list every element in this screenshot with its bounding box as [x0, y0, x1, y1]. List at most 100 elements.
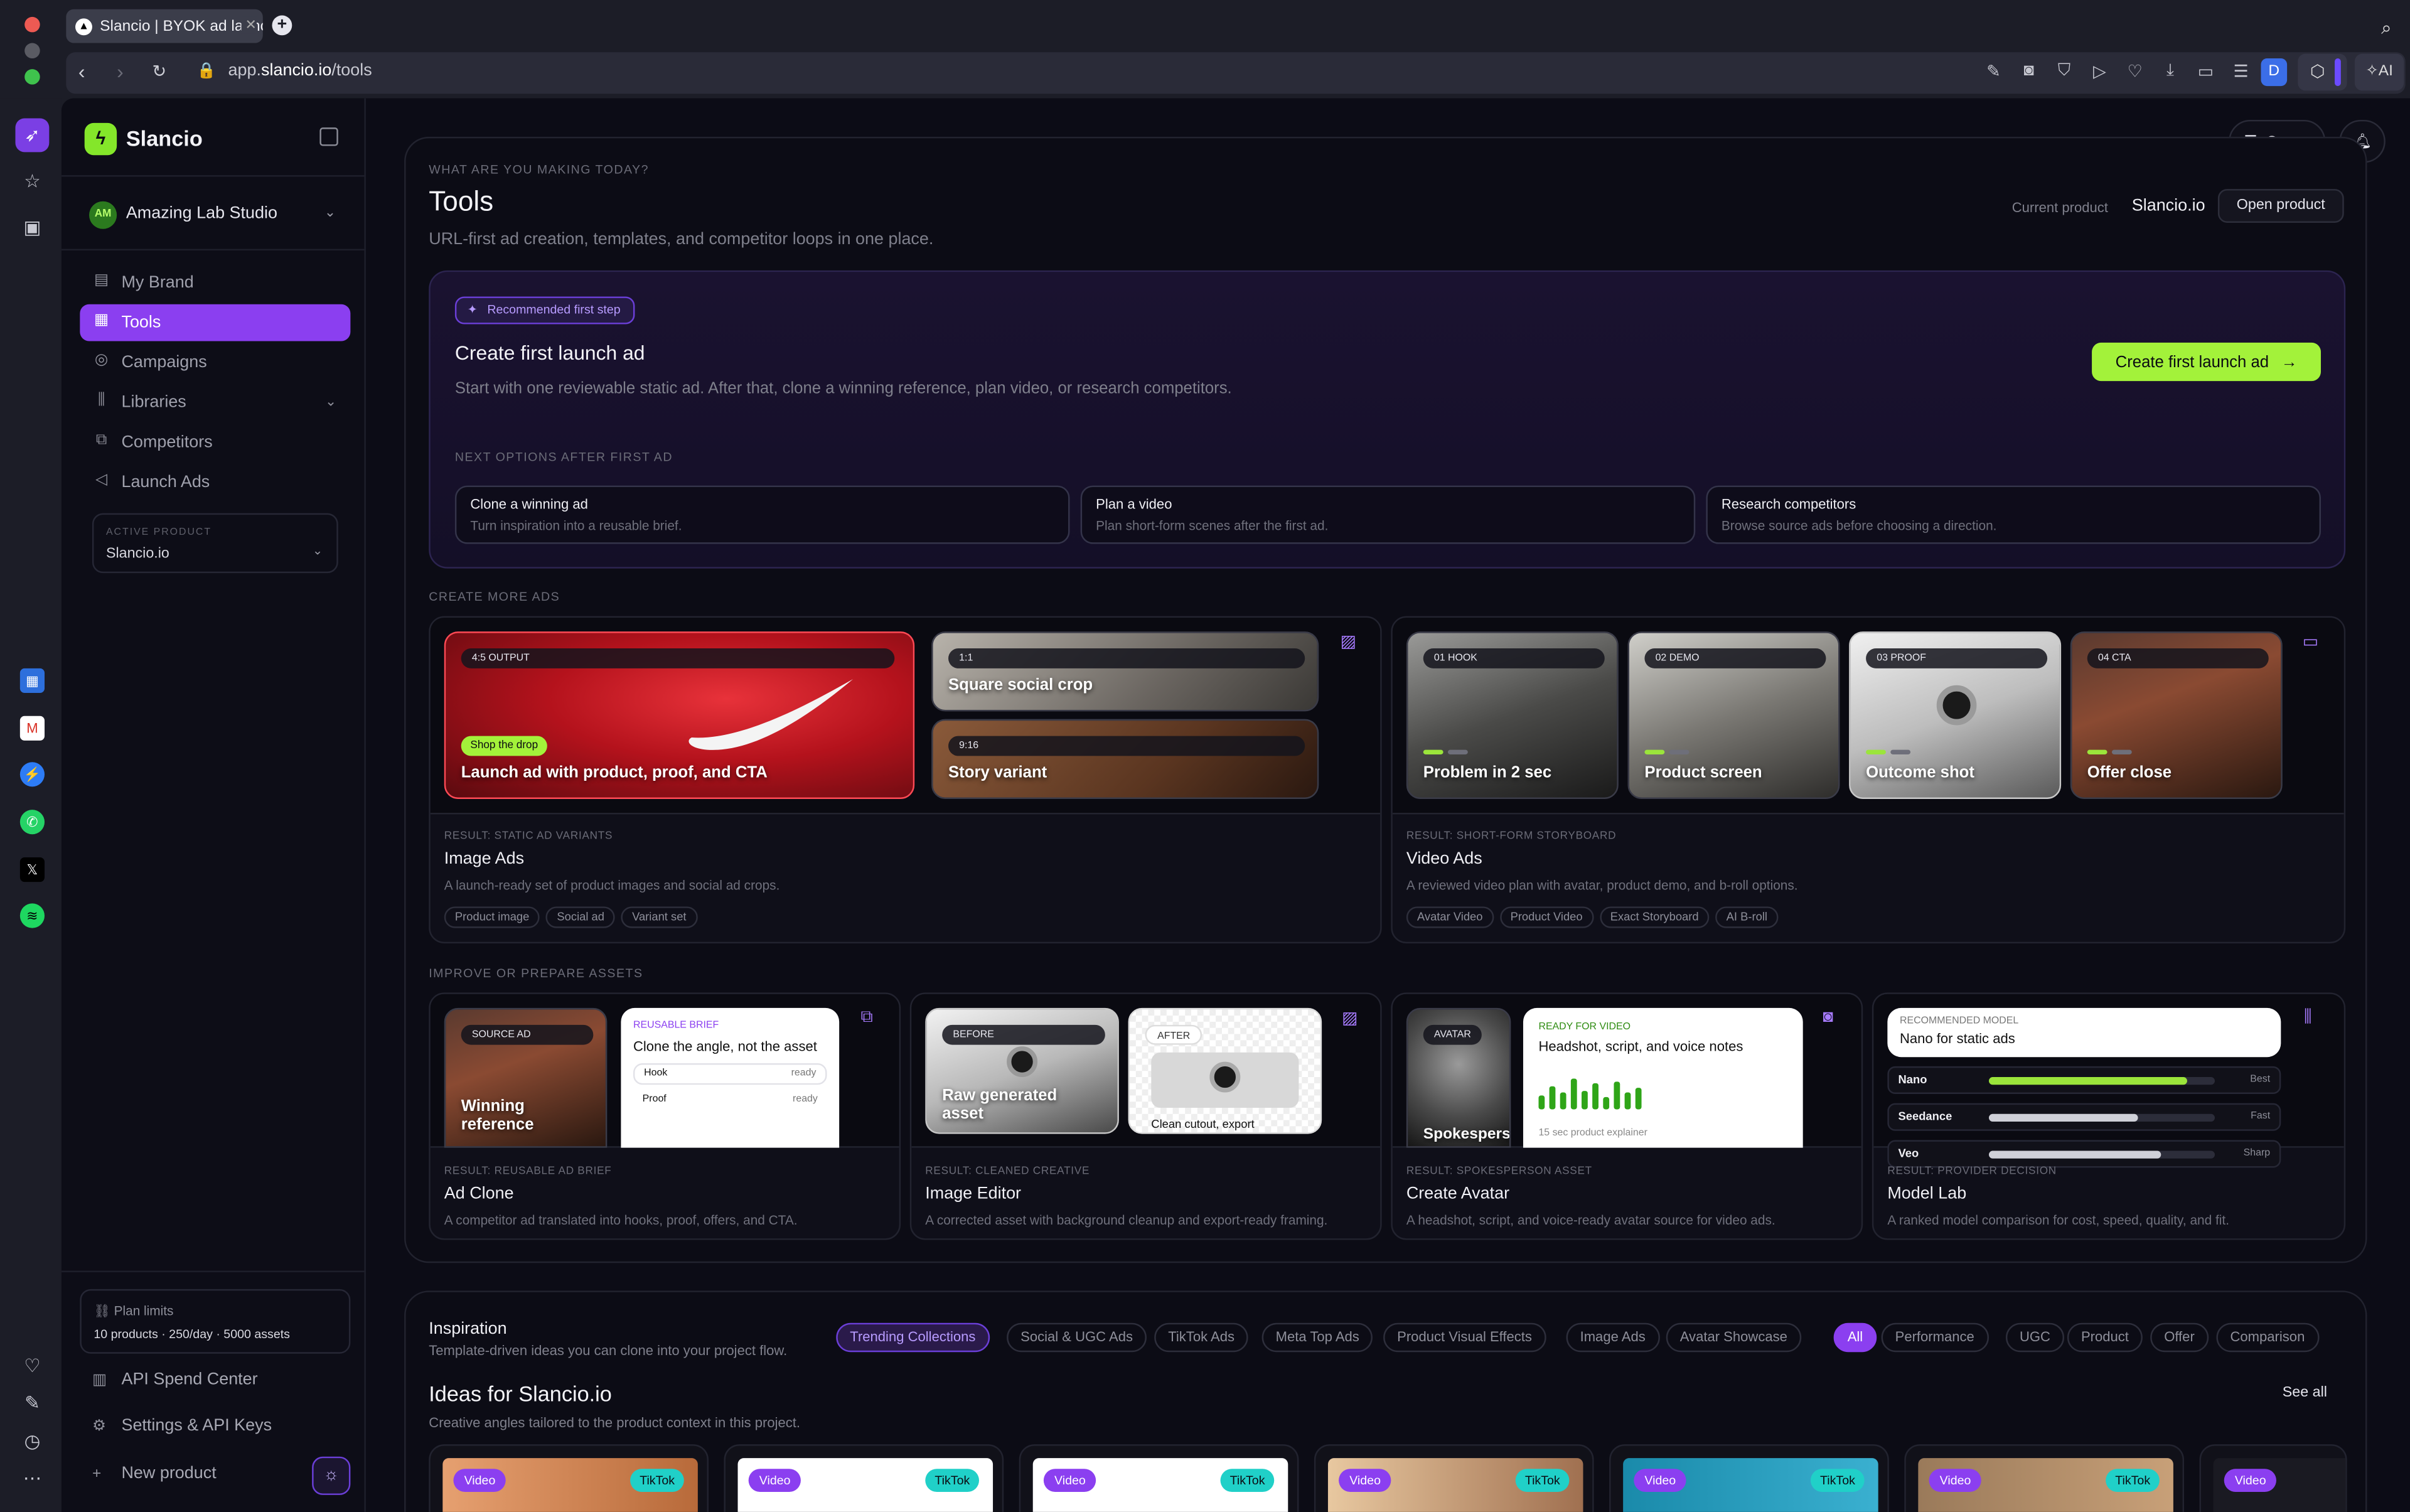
workspace-name[interactable]: Amazing Lab Studio: [126, 205, 277, 223]
image-ads-card[interactable]: 4:5 OUTPUT Shop the drop Launch ad with …: [429, 616, 1382, 944]
whatsapp-icon[interactable]: ✆: [19, 810, 45, 835]
video-ads-card[interactable]: 01 HOOK Problem in 2 sec 02 DEMO Product…: [1391, 616, 2346, 944]
frame-label: Product screen: [1644, 763, 1762, 783]
idea-card[interactable]: Video TikTok: [1314, 1444, 1594, 1512]
sidebar-item-competitors[interactable]: ⧉ Competitors: [80, 424, 350, 461]
menu-icon[interactable]: ☰: [2230, 62, 2251, 81]
profile-avatar[interactable]: D: [2261, 58, 2288, 87]
collection-filter[interactable]: Product Visual Effects: [1383, 1322, 1546, 1353]
card-title: Video Ads: [1406, 849, 1482, 869]
open-product-button[interactable]: Open product: [2217, 189, 2344, 223]
download-icon[interactable]: ⤓: [2160, 62, 2181, 82]
idea-card[interactable]: Video TikTok: [429, 1444, 709, 1512]
ad-clone-card[interactable]: SOURCE AD Winning reference REUSABLE BRI…: [429, 992, 901, 1240]
forward-icon[interactable]: ›: [117, 60, 124, 83]
category-filter[interactable]: Comparison: [2216, 1322, 2319, 1353]
close-icon[interactable]: ✕: [242, 16, 257, 34]
collection-filter[interactable]: TikTok Ads: [1154, 1322, 1249, 1353]
sidebar-item-my-brand[interactable]: ▤ My Brand: [80, 264, 350, 301]
plan-limits-card: ⛓ Plan limits 10 products · 250/day · 50…: [80, 1289, 351, 1354]
collection-filter[interactable]: Image Ads: [1566, 1322, 1659, 1353]
x-icon[interactable]: 𝕏: [19, 857, 45, 882]
idea-card[interactable]: Video TikTok: [1904, 1444, 2185, 1512]
edit-icon[interactable]: ✎: [1983, 62, 2004, 81]
platform-badge: TikTok: [630, 1469, 684, 1493]
api-spend-center-link[interactable]: ▥ API Spend Center: [92, 1371, 258, 1389]
sidebar-item-launch-ads[interactable]: ◁ Launch Ads: [80, 464, 350, 501]
messenger-icon[interactable]: ⚡: [19, 762, 45, 787]
create-first-launch-ad-button[interactable]: Create first launch ad →: [2092, 342, 2321, 382]
brief-row: Proof ready: [633, 1091, 827, 1109]
gmail-icon[interactable]: M: [19, 716, 45, 741]
option-research-competitors[interactable]: Research competitors Browse source ads b…: [1706, 485, 2321, 544]
after-label: Clean cutout, export: [1151, 1117, 1255, 1131]
battery-icon[interactable]: ▭: [2195, 62, 2216, 81]
collection-filter[interactable]: Avatar Showcase: [1666, 1322, 1801, 1353]
ready-title: Headshot, script, and voice notes: [1538, 1038, 1743, 1054]
play-icon[interactable]: ▷: [2089, 62, 2110, 81]
reload-icon[interactable]: ↻: [152, 62, 166, 81]
browser-tab[interactable]: ▲ Slancio | BYOK ad launch ✕: [66, 9, 263, 43]
sidebar-item-campaigns[interactable]: ◎ Campaigns: [80, 344, 350, 381]
chip: Avatar Video: [1406, 906, 1494, 928]
collection-filter[interactable]: Meta Top Ads: [1261, 1322, 1373, 1353]
heart-icon[interactable]: ♡: [2124, 62, 2146, 81]
idea-card[interactable]: Video: [2199, 1444, 2347, 1512]
chevron-down-icon[interactable]: ⌄: [324, 205, 336, 222]
maximize-window-button[interactable]: [24, 69, 40, 85]
idea-card[interactable]: Video TikTok: [1019, 1444, 1299, 1512]
edit-icon[interactable]: ✎: [15, 1386, 49, 1420]
category-filter[interactable]: Performance: [1881, 1322, 1988, 1353]
minimize-window-button[interactable]: [24, 43, 40, 59]
option-plan-video[interactable]: Plan a video Plan short-form scenes afte…: [1080, 485, 1696, 544]
type-badge: Video: [1634, 1469, 1687, 1493]
sidebar-collapse-icon[interactable]: [319, 127, 338, 146]
search-icon[interactable]: ⌕: [2381, 17, 2391, 40]
star-icon[interactable]: ☆: [15, 164, 49, 198]
recommended-value: Nano for static ads: [1899, 1031, 2015, 1047]
calendar-icon[interactable]: ▦: [19, 668, 45, 694]
category-filter[interactable]: Offer: [2150, 1322, 2209, 1353]
heart-icon[interactable]: ♡: [15, 1349, 49, 1383]
camera-icon[interactable]: ◙: [2018, 62, 2040, 82]
spotify-icon[interactable]: ≋: [19, 903, 45, 928]
card-meta: RESULT: REUSABLE AD BRIEF Ad Clone A com…: [444, 1166, 798, 1228]
back-icon[interactable]: ‹: [78, 60, 85, 83]
new-product-button[interactable]: + New product: [92, 1464, 217, 1483]
model-lab-card[interactable]: RECOMMENDED MODEL Nano for static ads Na…: [1872, 992, 2346, 1240]
collection-filter[interactable]: Trending Collections: [836, 1322, 990, 1353]
logo-icon[interactable]: ϟ: [84, 122, 117, 156]
clock-icon[interactable]: ◷: [15, 1424, 49, 1458]
ai-button[interactable]: ✧AI: [2354, 53, 2404, 91]
more-icon[interactable]: ⋯: [15, 1461, 49, 1495]
theme-toggle-button[interactable]: ☼: [312, 1456, 351, 1495]
create-avatar-card[interactable]: AVATAR Spokesperson source READY FOR VID…: [1391, 992, 1863, 1240]
row-key: Proof: [642, 1093, 667, 1105]
model-score-track: [1989, 1113, 2215, 1122]
platform-badge: TikTok: [1811, 1469, 1865, 1493]
rocket-icon[interactable]: ➶: [15, 118, 50, 153]
workspace-avatar[interactable]: AM: [89, 201, 117, 229]
sidebar-item-tools[interactable]: ▦ Tools: [80, 304, 351, 341]
close-window-button[interactable]: [24, 16, 40, 33]
idea-card[interactable]: Video TikTok: [724, 1444, 1004, 1512]
app-frame: ϟ Slancio AM Amazing Lab Studio ⌄ ▤ My B…: [61, 98, 2410, 1512]
card-meta: RESULT: PROVIDER DECISION Model Lab A ra…: [1887, 1166, 2229, 1228]
category-filter[interactable]: UGC: [2005, 1322, 2065, 1353]
image-editor-card[interactable]: BEFORE Raw generated asset AFTER Clean c…: [909, 992, 1382, 1240]
collection-filter[interactable]: Social & UGC Ads: [1007, 1322, 1147, 1353]
category-filter[interactable]: All: [1833, 1322, 1877, 1353]
shield-icon[interactable]: ⛉: [2054, 62, 2075, 82]
chevron-down-icon[interactable]: ⌄: [325, 394, 336, 410]
idea-card[interactable]: Video TikTok: [1609, 1444, 1889, 1512]
brand-icon: ▤: [94, 272, 109, 289]
category-filter[interactable]: Product: [2067, 1322, 2143, 1353]
url-text[interactable]: 🔒 app.slancio.io/tools: [196, 62, 372, 80]
briefcase-icon[interactable]: ▣: [15, 210, 49, 244]
sidebar-item-libraries[interactable]: ⫼ Libraries ⌄: [80, 384, 350, 421]
active-product-select[interactable]: ACTIVE PRODUCT Slancio.io ⌄: [92, 513, 338, 574]
option-clone-winning-ad[interactable]: Clone a winning ad Turn inspiration into…: [454, 485, 1070, 544]
see-all-link[interactable]: See all: [2283, 1385, 2327, 1402]
settings-link[interactable]: ⚙ Settings & API Keys: [92, 1417, 272, 1435]
new-tab-button[interactable]: +: [272, 15, 292, 36]
